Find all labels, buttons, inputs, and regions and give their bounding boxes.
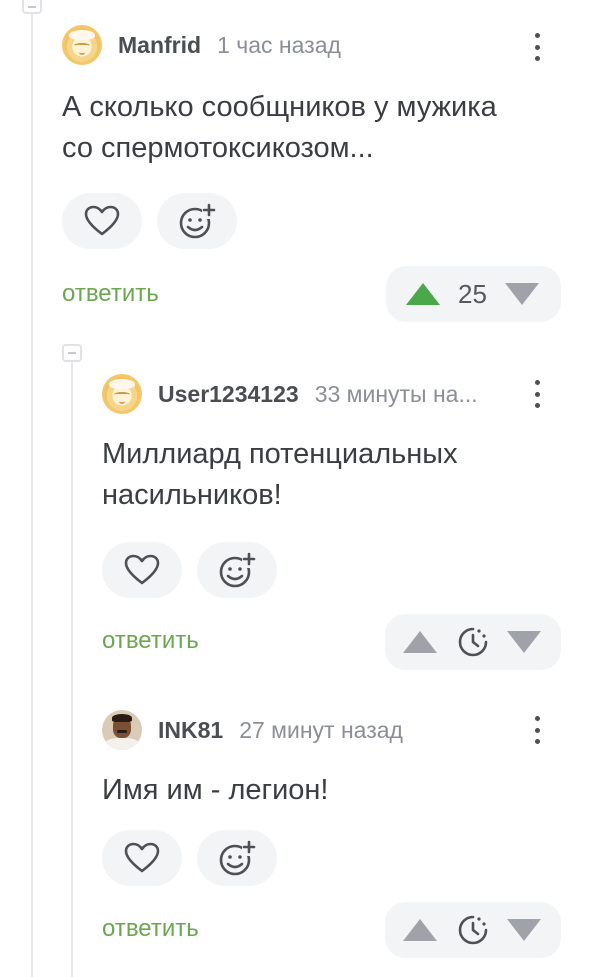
like-button[interactable] bbox=[102, 830, 182, 886]
downvote-icon[interactable] bbox=[504, 283, 539, 305]
comment-text-line: Миллиард потенциальных bbox=[102, 438, 458, 470]
vote-box bbox=[385, 902, 561, 958]
heart-icon bbox=[124, 554, 160, 585]
like-button[interactable] bbox=[62, 193, 142, 249]
upvote-icon[interactable] bbox=[406, 283, 440, 305]
add-reaction-icon bbox=[219, 552, 256, 588]
reply-link[interactable]: ответить bbox=[102, 915, 199, 943]
comment-header: INK81 27 минут назад bbox=[102, 710, 403, 750]
comment-text-line: А сколько сообщников у мужика bbox=[62, 91, 497, 123]
comment-text-line: насильников! bbox=[102, 479, 282, 511]
add-reaction-icon bbox=[219, 840, 256, 876]
timestamp: 1 час назад bbox=[217, 31, 341, 58]
upvote-icon[interactable] bbox=[403, 631, 437, 653]
add-reaction-button[interactable] bbox=[197, 542, 277, 598]
vote-box: 25 bbox=[386, 266, 561, 322]
avatar[interactable] bbox=[102, 710, 142, 750]
downvote-icon[interactable] bbox=[507, 919, 541, 941]
username[interactable]: INK81 bbox=[158, 717, 223, 744]
comment-manfrid: Manfrid 1 час назад А сколько сообщников… bbox=[62, 25, 562, 325]
avatar[interactable] bbox=[62, 25, 102, 65]
comment-user1234123: User1234123 33 минуты на... Миллиард пот… bbox=[102, 374, 562, 674]
collapse-thread-button-root[interactable] bbox=[22, 0, 42, 14]
timestamp: 33 минуты на... bbox=[314, 380, 478, 407]
avatar[interactable] bbox=[102, 374, 142, 414]
add-reaction-button[interactable] bbox=[197, 830, 277, 886]
more-vertical-icon[interactable] bbox=[527, 376, 547, 412]
reply-link[interactable]: ответить bbox=[102, 627, 199, 655]
heart-icon bbox=[84, 205, 120, 236]
like-button[interactable] bbox=[102, 542, 182, 598]
comment-text: Имя им - легион! bbox=[102, 770, 562, 811]
more-vertical-icon[interactable] bbox=[527, 712, 547, 748]
thread-line-root bbox=[31, 0, 33, 977]
thread-line-nested bbox=[71, 362, 73, 977]
username[interactable]: Manfrid bbox=[118, 32, 201, 59]
timestamp: 27 минут назад bbox=[239, 716, 403, 743]
collapse-thread-button-nested[interactable] bbox=[62, 344, 82, 362]
upvote-icon[interactable] bbox=[403, 919, 437, 941]
clock-pending-icon bbox=[458, 915, 488, 945]
comment-text-line: Имя им - легион! bbox=[102, 774, 329, 806]
clock-pending-icon bbox=[458, 627, 488, 657]
score: 25 bbox=[458, 278, 487, 309]
comment-text: А сколько сообщников у мужика со спермот… bbox=[62, 87, 572, 169]
more-vertical-icon[interactable] bbox=[527, 29, 547, 65]
comment-header: Manfrid 1 час назад bbox=[62, 25, 341, 65]
comment-ink81: INK81 27 минут назад Имя им - легион! от… bbox=[102, 710, 562, 977]
username[interactable]: User1234123 bbox=[158, 381, 299, 408]
comment-header: User1234123 33 минуты на... bbox=[102, 374, 522, 414]
comment-text-line: со спермотоксикозом... bbox=[62, 132, 374, 164]
reply-link[interactable]: ответить bbox=[62, 280, 159, 308]
comment-text: Миллиард потенциальных насильников! bbox=[102, 434, 562, 516]
downvote-icon[interactable] bbox=[507, 631, 541, 653]
add-reaction-button[interactable] bbox=[157, 193, 237, 249]
add-reaction-icon bbox=[179, 203, 216, 239]
heart-icon bbox=[124, 842, 160, 873]
vote-box bbox=[385, 614, 561, 670]
